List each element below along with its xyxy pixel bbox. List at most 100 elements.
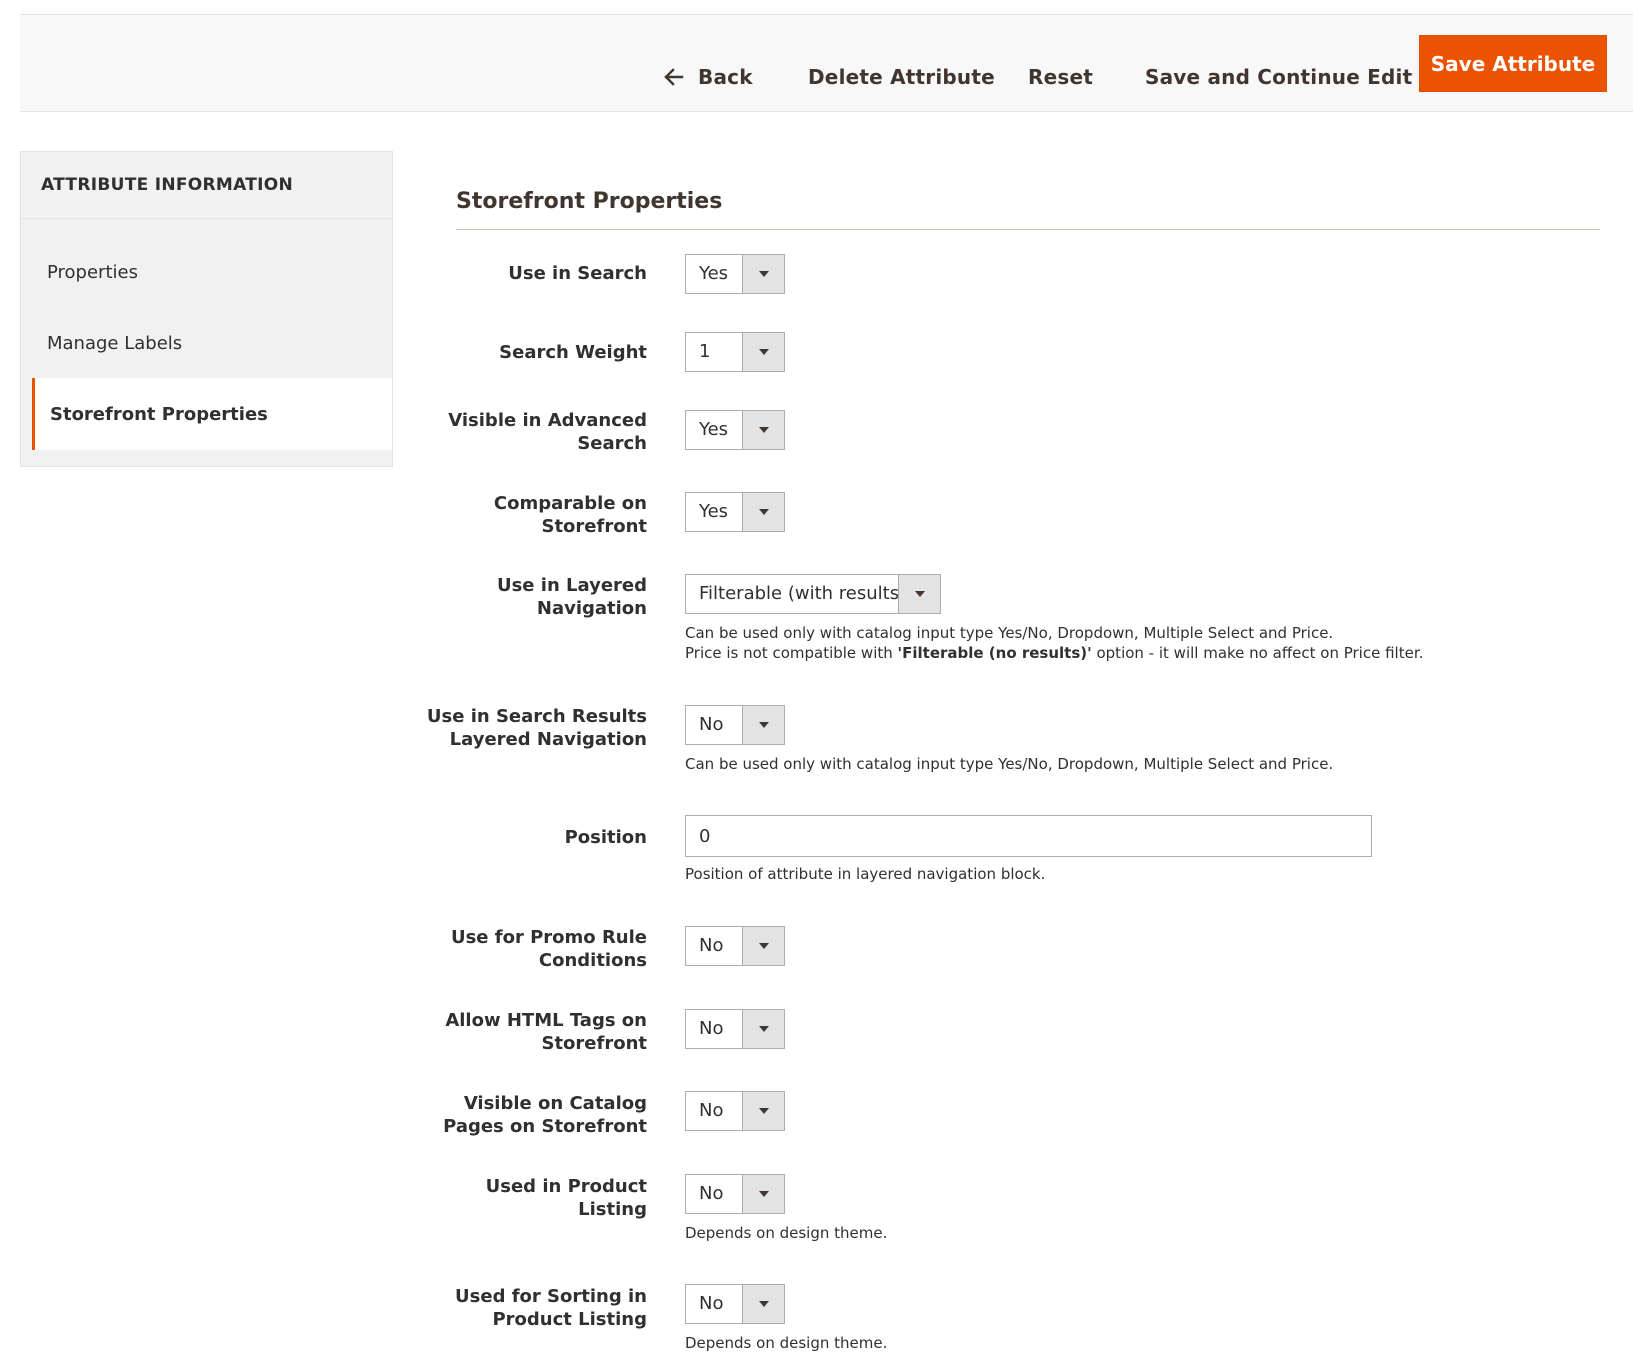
promo-rule-select[interactable]: No — [685, 926, 785, 966]
product-listing-note: Depends on design theme. — [685, 1224, 888, 1242]
note-line: Price is not compatible with 'Filterable… — [685, 643, 1423, 663]
label-line: Comparable on — [493, 493, 647, 514]
select-value: No — [699, 935, 724, 956]
layered-navigation-select[interactable]: Filterable (with results) — [685, 574, 941, 614]
label-line: Conditions — [538, 950, 647, 971]
position-note: Position of attribute in layered navigat… — [685, 865, 1046, 883]
promo-rule-label: Use for Promo Rule Conditions — [420, 926, 647, 972]
dropdown-arrow-box — [742, 1175, 784, 1213]
search-results-layered-note: Can be used only with catalog input type… — [685, 755, 1334, 773]
comparable-storefront-select[interactable]: Yes — [685, 492, 785, 532]
label-line: Product Listing — [492, 1309, 647, 1330]
dropdown-arrow-box — [742, 493, 784, 531]
label-line: Layered Navigation — [449, 729, 647, 750]
layered-navigation-label: Use in Layered Navigation — [420, 574, 647, 620]
save-attribute-button[interactable]: Save Attribute — [1419, 35, 1607, 92]
sorting-listing-label: Used for Sorting in Product Listing — [420, 1285, 647, 1331]
label-line: Visible in Advanced — [448, 410, 647, 431]
search-results-layered-select[interactable]: No — [685, 705, 785, 745]
reset-button[interactable]: Reset — [1028, 50, 1093, 104]
caret-down-icon — [759, 943, 769, 949]
caret-down-icon — [759, 1026, 769, 1032]
section-title: Storefront Properties — [456, 189, 723, 214]
position-input[interactable] — [685, 815, 1372, 857]
dropdown-arrow-box — [742, 1285, 784, 1323]
caret-down-icon — [759, 1108, 769, 1114]
layered-navigation-note: Can be used only with catalog input type… — [685, 623, 1423, 663]
search-results-layered-label: Use in Search Results Layered Navigation — [420, 705, 647, 751]
page-actions-bar: Back Delete Attribute Reset Save and Con… — [20, 15, 1633, 112]
sidebar-item-storefront-properties[interactable]: Storefront Properties — [32, 378, 392, 450]
visible-advanced-search-label: Visible in Advanced Search — [420, 409, 647, 455]
search-weight-label: Search Weight — [499, 342, 647, 363]
caret-down-icon — [759, 1191, 769, 1197]
caret-down-icon — [759, 349, 769, 355]
select-value: Yes — [699, 501, 729, 522]
select-value: No — [699, 1100, 724, 1121]
dropdown-arrow-box — [742, 927, 784, 965]
search-weight-select[interactable]: 1 — [685, 332, 785, 372]
product-listing-label: Used in Product Listing — [420, 1175, 647, 1221]
visible-advanced-search-select[interactable]: Yes — [685, 410, 785, 450]
label-line: Visible on Catalog — [463, 1093, 647, 1114]
label-line: Used for Sorting in — [455, 1286, 647, 1307]
note-text: option - it will make no affect on Price… — [1091, 644, 1424, 662]
label-line: Storefront — [541, 516, 647, 537]
dropdown-arrow-box — [742, 411, 784, 449]
arrow-left-icon — [664, 67, 684, 87]
section-divider — [456, 229, 1600, 230]
note-line: Can be used only with catalog input type… — [685, 624, 1334, 642]
dropdown-arrow-box — [742, 255, 784, 293]
caret-down-icon — [759, 1301, 769, 1307]
save-and-continue-button[interactable]: Save and Continue Edit — [1145, 50, 1412, 104]
select-value: 1 — [699, 341, 711, 362]
position-label: Position — [564, 827, 647, 848]
sidebar-title: ATTRIBUTE INFORMATION — [21, 152, 392, 219]
back-button[interactable]: Back — [664, 50, 753, 104]
select-value: No — [699, 714, 724, 735]
label-line: Search — [577, 433, 647, 454]
note-text: Price is not compatible with — [685, 644, 898, 662]
caret-down-icon — [915, 591, 925, 597]
sidebar-nav: ATTRIBUTE INFORMATION Properties Manage … — [20, 151, 393, 467]
select-value: Yes — [699, 263, 729, 284]
back-label: Back — [698, 65, 753, 89]
delete-attribute-button[interactable]: Delete Attribute — [808, 50, 995, 104]
use-in-search-label: Use in Search — [508, 263, 647, 284]
html-tags-select[interactable]: No — [685, 1009, 785, 1049]
label-line: Navigation — [536, 598, 647, 619]
sidebar-item-properties[interactable]: Properties — [21, 236, 392, 308]
dropdown-arrow-box — [742, 706, 784, 744]
select-value: No — [699, 1293, 724, 1314]
label-line: Use in Layered — [496, 575, 647, 596]
label-line: Storefront — [541, 1033, 647, 1054]
dropdown-arrow-box — [742, 1010, 784, 1048]
label-line: Allow HTML Tags on — [445, 1010, 647, 1031]
label-line: Listing — [578, 1199, 647, 1220]
label-line: Pages on Storefront — [443, 1116, 647, 1137]
sorting-listing-note: Depends on design theme. — [685, 1334, 888, 1352]
label-line: Use for Promo Rule — [450, 927, 647, 948]
visible-catalog-pages-select[interactable]: No — [685, 1091, 785, 1131]
use-in-search-select[interactable]: Yes — [685, 254, 785, 294]
caret-down-icon — [759, 427, 769, 433]
label-line: Use in Search Results — [426, 706, 647, 727]
html-tags-label: Allow HTML Tags on Storefront — [420, 1009, 647, 1055]
product-listing-select[interactable]: No — [685, 1174, 785, 1214]
comparable-storefront-label: Comparable on Storefront — [420, 492, 647, 538]
select-value: Filterable (with results) — [699, 583, 907, 604]
dropdown-arrow-box — [742, 333, 784, 371]
label-line: Used in Product — [485, 1176, 647, 1197]
caret-down-icon — [759, 509, 769, 515]
select-value: Yes — [699, 419, 729, 440]
page: Back Delete Attribute Reset Save and Con… — [0, 0, 1633, 1366]
dropdown-arrow-box — [898, 575, 940, 613]
sorting-listing-select[interactable]: No — [685, 1284, 785, 1324]
caret-down-icon — [759, 722, 769, 728]
note-bold-text: 'Filterable (no results)' — [897, 644, 1092, 662]
caret-down-icon — [759, 271, 769, 277]
dropdown-arrow-box — [742, 1092, 784, 1130]
visible-catalog-pages-label: Visible on Catalog Pages on Storefront — [420, 1092, 647, 1138]
sidebar-item-manage-labels[interactable]: Manage Labels — [21, 307, 392, 379]
select-value: No — [699, 1018, 724, 1039]
